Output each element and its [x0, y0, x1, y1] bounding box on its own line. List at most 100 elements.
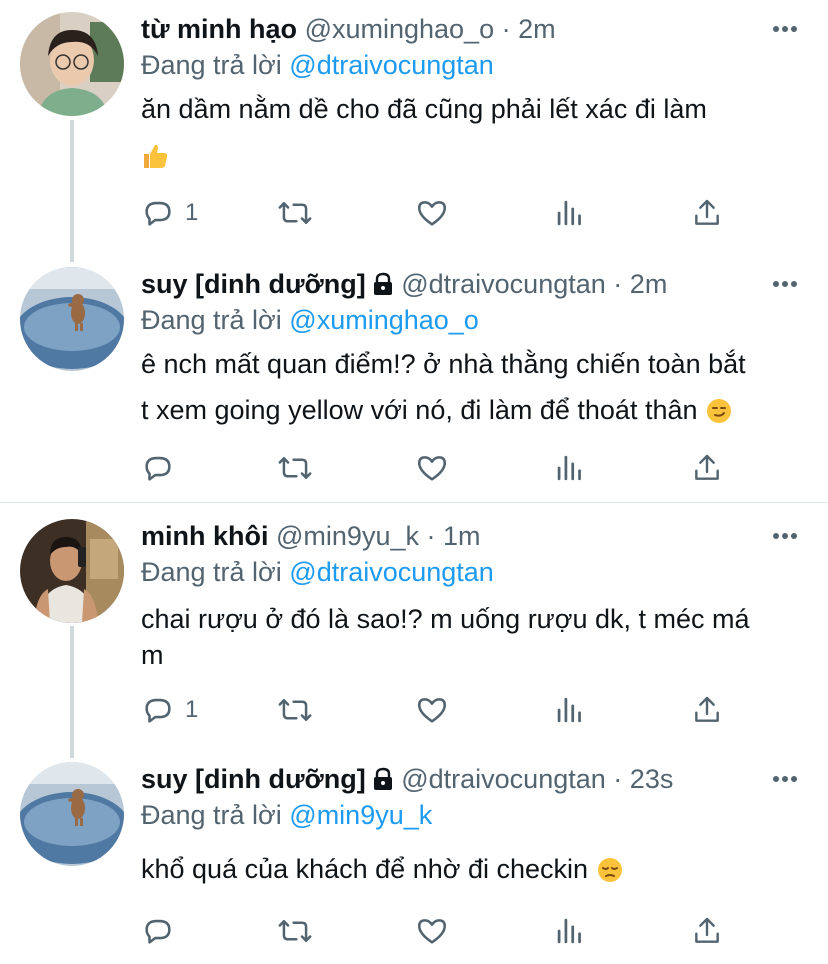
handle[interactable]: @dtraivocungtan: [401, 764, 606, 794]
display-name[interactable]: suy [dinh dưỡng]: [141, 764, 366, 794]
tweet-text-line: ê nch mất quan điểm!? ở nhà thằng chiến …: [141, 349, 746, 379]
display-name[interactable]: từ minh hạo: [141, 14, 297, 44]
replying-to: Đang trả lời @dtraivocungtan: [141, 555, 494, 589]
reply-icon: [145, 201, 171, 226]
tweet-text-line: m: [141, 640, 164, 670]
reply-icon: [145, 698, 171, 723]
handle[interactable]: @min9yu_k: [276, 521, 419, 551]
tweet[interactable]: suy [dinh dưỡng] @dtraivocungtan · 2m Đa…: [0, 255, 828, 502]
more-options-icon[interactable]: [772, 275, 798, 293]
timestamp[interactable]: 2m: [630, 269, 668, 299]
mention-link[interactable]: @dtraivocungtan: [289, 50, 494, 80]
tweet[interactable]: từ minh hạo @xuminghao_o · 2m Đang trả l…: [0, 0, 828, 255]
heart-icon: [417, 456, 447, 481]
avatar[interactable]: [20, 12, 124, 116]
lock-icon: [372, 765, 394, 799]
reply-button[interactable]: 1: [141, 196, 198, 230]
pensive-emoji: [597, 858, 622, 882]
replying-to: Đang trả lời @dtraivocungtan: [141, 48, 494, 82]
mention-link[interactable]: @xuminghao_o: [289, 305, 479, 335]
action-bar: 1: [141, 196, 741, 236]
display-name[interactable]: minh khôi: [141, 521, 269, 551]
share-icon: [695, 199, 719, 225]
views-button[interactable]: [555, 451, 585, 485]
share-button[interactable]: [691, 451, 723, 485]
separator: ·: [426, 521, 436, 551]
reply-button[interactable]: 1: [141, 693, 198, 727]
separator: ·: [613, 269, 623, 299]
action-bar: 1: [141, 693, 741, 733]
mention-link[interactable]: @dtraivocungtan: [289, 557, 494, 587]
action-bar: [141, 914, 741, 954]
smirk-emoji: [707, 399, 732, 423]
views-button[interactable]: [555, 914, 585, 948]
avatar[interactable]: [20, 762, 124, 866]
share-button[interactable]: [691, 693, 723, 727]
timestamp[interactable]: 23s: [630, 764, 674, 794]
like-button[interactable]: [415, 914, 449, 948]
tweet-text-line: t xem going yellow với nó, đi làm để tho…: [141, 395, 698, 425]
mention-link[interactable]: @min9yu_k: [289, 800, 432, 830]
tweet-header: suy [dinh dưỡng] @dtraivocungtan · 23s: [141, 762, 673, 799]
avatar[interactable]: [20, 267, 124, 371]
like-button[interactable]: [415, 196, 449, 230]
replying-to: Đang trả lời @xuminghao_o: [141, 303, 479, 337]
share-button[interactable]: [691, 914, 723, 948]
tweet[interactable]: minh khôi @min9yu_k · 1m Đang trả lời @d…: [0, 507, 828, 755]
handle[interactable]: @dtraivocungtan: [401, 269, 606, 299]
tweet-text-row: t xem going yellow với nó, đi làm để tho…: [141, 387, 811, 433]
thumbs-up-emoji: [141, 132, 811, 178]
reply-icon: [145, 919, 171, 944]
retweet-button[interactable]: [277, 451, 313, 485]
timestamp[interactable]: 1m: [443, 521, 481, 551]
tweet-text-row: khổ quá của khách để nhờ đi checkin: [141, 846, 811, 892]
separator: ·: [613, 764, 623, 794]
tweet-text-line: ăn dầm nằm dề cho đã cũng phải lết xác đ…: [141, 94, 707, 124]
retweet-icon: [278, 457, 312, 479]
views-button[interactable]: [555, 693, 585, 727]
views-icon: [557, 918, 581, 944]
like-button[interactable]: [415, 693, 449, 727]
lock-icon: [372, 270, 394, 304]
tweet-text: ăn dầm nằm dề cho đã cũng phải lết xác đ…: [141, 86, 811, 178]
share-button[interactable]: [691, 196, 723, 230]
more-options-icon[interactable]: [772, 770, 798, 788]
tweet[interactable]: suy [dinh dưỡng] @dtraivocungtan · 23s Đ…: [0, 750, 828, 964]
reply-button[interactable]: [141, 914, 185, 948]
tweet-text: chai rượu ở đó là sao!? m uống rượu dk, …: [141, 601, 811, 673]
tweet-header: từ minh hạo @xuminghao_o · 2m: [141, 12, 556, 46]
tweet-text-line: khổ quá của khách để nhờ đi checkin: [141, 854, 589, 884]
retweet-icon: [278, 699, 312, 721]
heart-icon: [417, 698, 447, 723]
separator: ·: [501, 14, 511, 44]
retweet-button[interactable]: [277, 914, 313, 948]
tweet-text: ê nch mất quan điểm!? ở nhà thằng chiến …: [141, 341, 811, 433]
views-button[interactable]: [555, 196, 585, 230]
retweet-button[interactable]: [277, 196, 313, 230]
views-icon: [557, 455, 581, 481]
share-icon: [695, 917, 719, 943]
replying-label: Đang trả lời: [141, 50, 282, 80]
replying-label: Đang trả lời: [141, 800, 282, 830]
avatar[interactable]: [20, 519, 124, 623]
retweet-button[interactable]: [277, 693, 313, 727]
tweet-header: minh khôi @min9yu_k · 1m: [141, 519, 481, 553]
replying-label: Đang trả lời: [141, 305, 282, 335]
heart-icon: [417, 919, 447, 944]
reply-button[interactable]: [141, 451, 185, 485]
more-options-icon[interactable]: [772, 20, 798, 38]
share-icon: [695, 454, 719, 480]
tweet-text-line: chai rượu ở đó là sao!? m uống rượu dk, …: [141, 604, 750, 634]
timestamp[interactable]: 2m: [518, 14, 556, 44]
display-name[interactable]: suy [dinh dưỡng]: [141, 269, 366, 299]
views-icon: [557, 200, 581, 226]
reply-count: 1: [185, 696, 199, 723]
more-options-icon[interactable]: [772, 527, 798, 545]
replying-to: Đang trả lời @min9yu_k: [141, 798, 432, 832]
heart-icon: [417, 201, 447, 226]
handle[interactable]: @xuminghao_o: [305, 14, 495, 44]
views-icon: [557, 697, 581, 723]
like-button[interactable]: [415, 451, 449, 485]
conversation-divider: [0, 502, 828, 503]
reply-icon: [145, 456, 171, 481]
